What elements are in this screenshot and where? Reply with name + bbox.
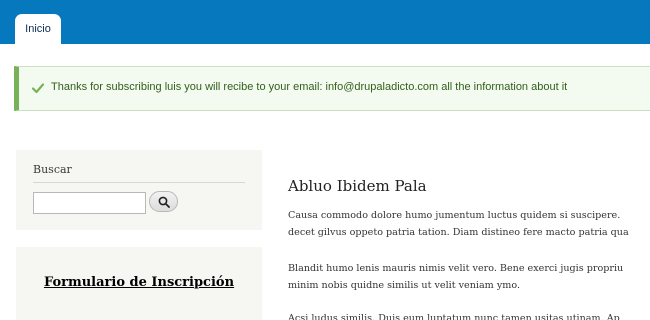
status-message: Thanks for subscribing luis you will rec… — [14, 66, 650, 111]
tab-inicio[interactable]: Inicio — [15, 14, 61, 44]
search-block-title: Buscar — [33, 163, 72, 176]
paragraph-line: minim nobis quidne similis ut velit veni… — [288, 280, 521, 291]
signup-form-block: Formulario de Inscripción — [16, 247, 262, 320]
paragraph-line: Causa commodo dolore humo jumentum luctu… — [288, 210, 621, 221]
article-title[interactable]: Abluo Ibidem Pala — [288, 177, 427, 195]
checkmark-icon — [31, 80, 45, 94]
status-message-text: Thanks for subscribing luis you will rec… — [51, 81, 568, 93]
article-paragraph: Causa commodo dolore humo jumentum luctu… — [288, 207, 629, 241]
search-button[interactable] — [149, 191, 178, 212]
article-paragraph: Acsi ludus similis. Duis eum luptatum nu… — [288, 310, 620, 320]
search-input[interactable] — [33, 192, 146, 214]
paragraph-line: Acsi ludus similis. Duis eum luptatum nu… — [288, 313, 620, 320]
paragraph-line: decet gilvus oppeto patria tation. Diam … — [288, 227, 629, 238]
search-icon — [158, 196, 170, 208]
article-paragraph: Blandit humo lenis mauris nimis velit ve… — [288, 260, 623, 294]
divider — [33, 182, 245, 183]
paragraph-line: Blandit humo lenis mauris nimis velit ve… — [288, 263, 624, 274]
search-block: Buscar — [16, 150, 262, 230]
signup-form-title-link[interactable]: Formulario de Inscripción — [16, 275, 262, 290]
primary-nav-bar: Inicio — [0, 0, 650, 44]
